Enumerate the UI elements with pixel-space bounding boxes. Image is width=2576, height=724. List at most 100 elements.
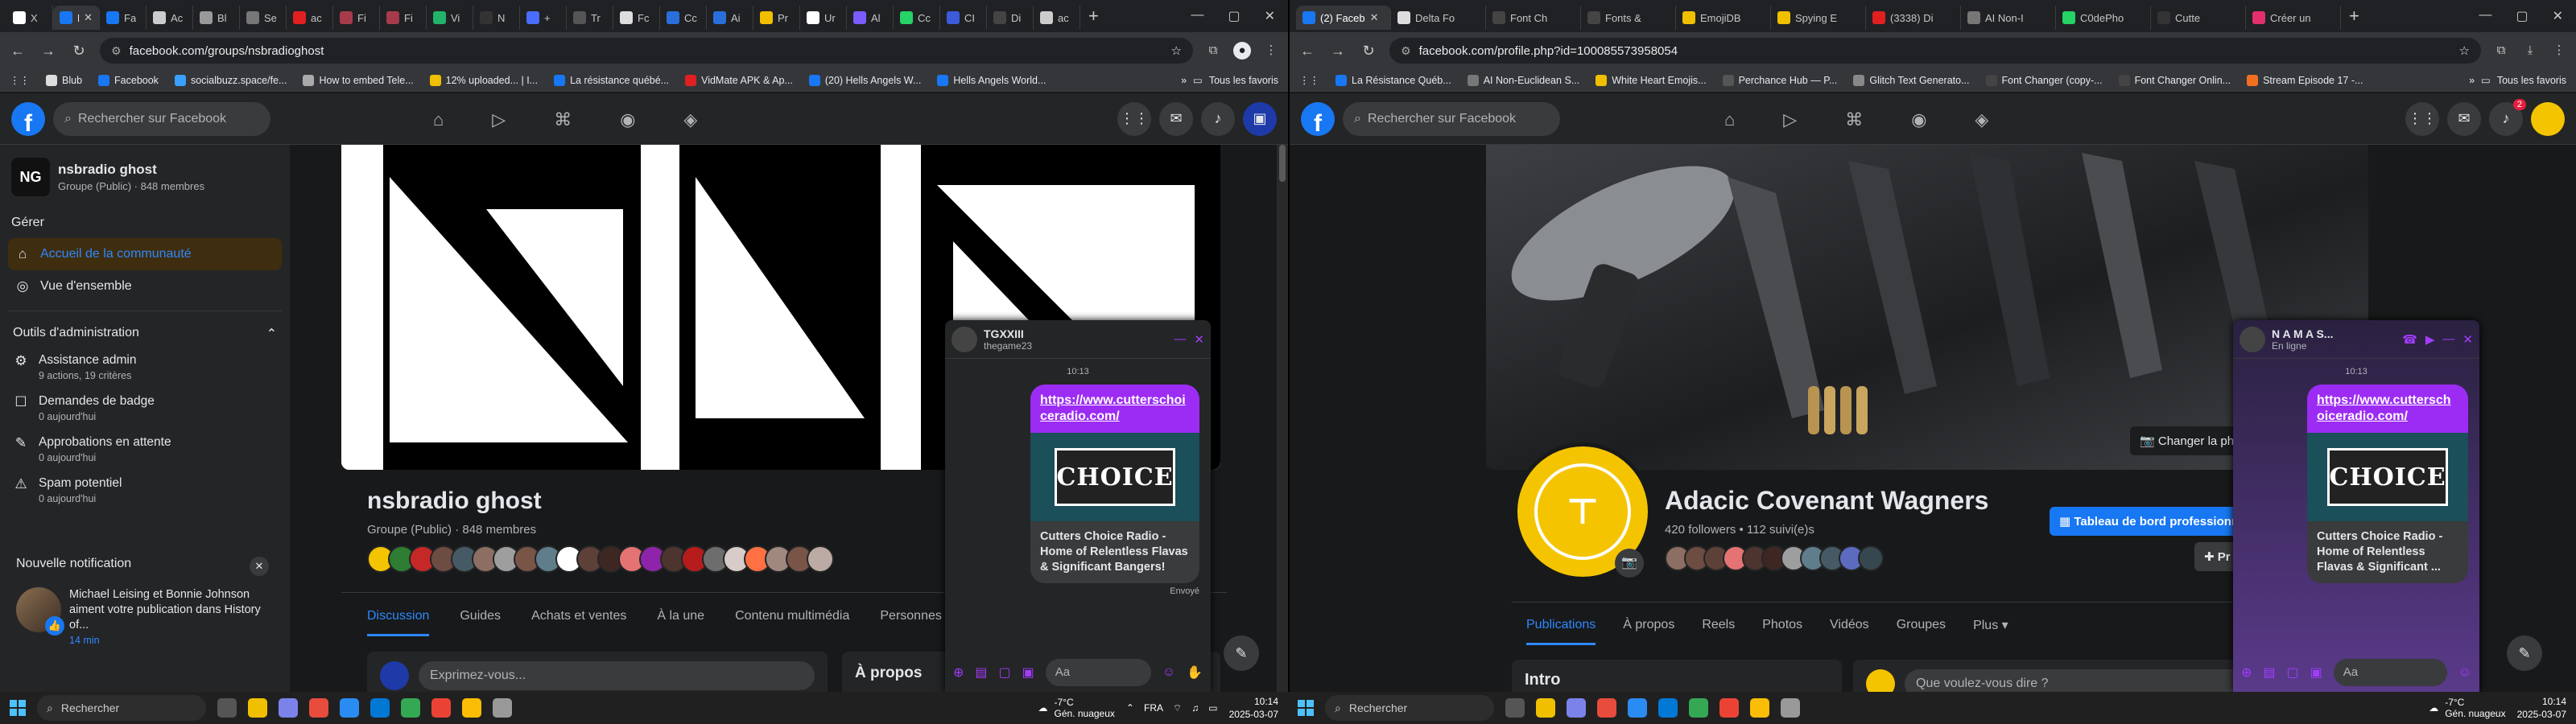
admin-tool-item[interactable]: ✎ Approbations en attente 0 aujourd'hui [8,429,282,470]
battery-icon[interactable]: ▭ [1208,702,1217,714]
bookmark-item[interactable]: Hells Angels World... [937,74,1046,86]
clock[interactable]: 10:14 2025-03-07 [2517,695,2566,721]
wave-icon[interactable]: ✋ [1187,664,1203,681]
menu-grid-icon[interactable]: ⋮⋮ [2405,101,2439,136]
phone-icon[interactable]: ☎ [2402,332,2417,347]
taskbar-search[interactable]: ⌕ Rechercher [1325,695,1494,721]
marketplace-nav-icon[interactable]: ⌘ [554,109,572,130]
bookmark-item[interactable]: (20) Hells Angels W... [808,74,921,86]
gif-icon[interactable]: ▣ [2310,664,2322,681]
browser-tab[interactable]: Delta Fo [1391,6,1486,30]
tab-2[interactable]: Reels [1702,618,1735,632]
browser-tab[interactable]: Cutte [2151,6,2246,30]
facebook-logo-icon[interactable]: f [11,101,45,136]
taskbar-app-icon[interactable] [1567,698,1586,718]
windows-start-icon[interactable] [10,700,26,716]
new-tab-icon[interactable]: + [1080,6,1107,27]
member-avatar[interactable] [807,545,834,573]
address-bar[interactable]: ⚙ facebook.com/profile.php?id=1000855739… [1389,38,2481,64]
bookmark-item[interactable]: Font Changer (copy-... [1985,74,2103,86]
account-avatar[interactable]: ▣ [1243,101,1277,136]
taskbar-app-icon[interactable] [1750,698,1769,718]
taskbar-app-icon[interactable] [279,698,298,718]
menu-icon[interactable]: ⋮ [2550,42,2568,60]
all-bookmarks[interactable]: » ▭ Tous les favoris [2469,74,2566,87]
tab-0[interactable]: Discussion [367,596,430,636]
bookmark-item[interactable]: White Heart Emojis... [1596,74,1707,86]
taskbar-app-icon[interactable] [1781,698,1800,718]
chat-name[interactable]: TGXXIII [984,327,1032,340]
forward-icon[interactable]: → [39,43,58,60]
marketplace-nav-icon[interactable]: ⌘ [1845,109,1863,130]
post-composer[interactable]: Exprimez-vous... [367,652,828,692]
message-link[interactable]: https://www.cutterschoiceradio.com/ [1030,385,1199,433]
tab-5[interactable]: Personnes [880,609,942,623]
browser-tab[interactable]: C0dePho [2056,6,2151,30]
browser-tab[interactable]: Al [847,6,894,30]
home-nav-icon[interactable]: ⌂ [1724,109,1735,130]
browser-tab[interactable]: (2) Faceb ✕ [1296,6,1391,30]
link-preview-title[interactable]: Cutters Choice Radio - Home of Relentles… [1030,521,1199,583]
new-message-icon[interactable]: ✎ [1224,636,1259,671]
link-message[interactable]: https://www.cutterschoiceradio.com/ CHOI… [1030,385,1199,583]
browser-tab[interactable]: Créer un [2246,6,2341,30]
tab-0[interactable]: Publications [1526,605,1596,645]
weather-widget[interactable]: ☁ -7°C Gén. nuageux [2429,697,2505,719]
tab-3[interactable]: À la une [657,609,704,623]
browser-tab[interactable]: Ac [147,6,193,30]
taskbar-app-icon[interactable] [1597,698,1616,718]
all-bookmarks[interactable]: » ▭ Tous les favoris [1181,74,1278,87]
chat-name[interactable]: N A M A S... [2272,327,2333,340]
apps-grid-icon[interactable]: ⋮⋮ [1299,74,1319,86]
browser-tab[interactable]: Cc [660,6,707,30]
browser-tab[interactable]: X [6,6,53,30]
admin-tool-item[interactable]: ☐ Demandes de badge 0 aujourd'hui [8,388,282,429]
group-header[interactable]: NG nsbradio ghost Groupe (Public) · 848 … [8,153,282,201]
bookmark-item[interactable]: Stream Episode 17 -... [2247,74,2363,86]
browser-tab[interactable]: Cc [894,6,940,30]
browser-tab[interactable]: Vi [427,6,473,30]
change-cover-button[interactable]: 📷 Changer la ph [2130,426,2244,455]
minimize-window-icon[interactable]: — [1191,8,1203,24]
sticker-icon[interactable]: ▢ [2287,664,2299,681]
home-nav-icon[interactable]: ⌂ [433,109,444,130]
tab-4[interactable]: Vidéos [1830,618,1869,632]
facebook-logo-icon[interactable]: f [1301,101,1335,136]
tab-1[interactable]: À propos [1623,618,1674,632]
browser-tab[interactable]: ac [287,6,333,30]
video-call-icon[interactable]: ▶ [2425,332,2435,347]
taskbar-app-icon[interactable] [217,698,237,718]
notification-popup[interactable]: Nouvelle notification ✕ 👍 Michael Leisin… [11,553,274,658]
wifi-icon[interactable]: ⌔ [1173,702,1182,714]
tab-3[interactable]: Photos [1762,618,1802,632]
new-message-icon[interactable]: ✎ [2507,636,2542,671]
gaming-nav-icon[interactable]: ◈ [1975,109,1988,130]
scrollbar[interactable] [1277,145,1288,692]
friend-avatar[interactable] [1858,545,1884,571]
taskbar-app-icon[interactable] [1536,698,1555,718]
back-icon[interactable]: ← [1298,43,1317,60]
weather-widget[interactable]: ☁ -7°C Gén. nuageux [1038,697,1115,719]
browser-tab[interactable]: AI Non-I [1961,6,2056,30]
browser-tab[interactable]: Se [240,6,287,30]
avatar[interactable] [2240,326,2265,352]
taskbar-app-icon[interactable] [370,698,390,718]
close-tab-icon[interactable]: ✕ [1370,11,1379,24]
bookmark-item[interactable]: How to embed Tele... [303,74,414,86]
tab-5[interactable]: Groupes [1897,618,1946,632]
friend-avatars[interactable] [1665,545,1884,571]
bookmark-item[interactable]: Font Changer Onlin... [2118,74,2231,86]
reload-icon[interactable]: ↻ [1359,43,1378,60]
image-icon[interactable]: ▤ [2263,664,2275,681]
bookmark-item[interactable]: socialbuzz.space/fe... [174,74,287,86]
browser-tab[interactable]: N [473,6,520,30]
bookmark-item[interactable]: Glitch Text Generato... [1853,74,1970,86]
browser-tab[interactable]: (3338) Di [1866,6,1961,30]
minimize-icon[interactable]: — [1174,332,1186,347]
download-icon[interactable]: ⤓ [2521,42,2539,60]
maximize-window-icon[interactable]: ▢ [2516,8,2528,24]
chat-input[interactable]: Aa [1045,659,1151,686]
browser-tab[interactable]: Bl [193,6,240,30]
chevron-up-icon[interactable]: ⌃ [1126,702,1134,714]
browser-tab[interactable]: EmojiDB [1676,6,1771,30]
